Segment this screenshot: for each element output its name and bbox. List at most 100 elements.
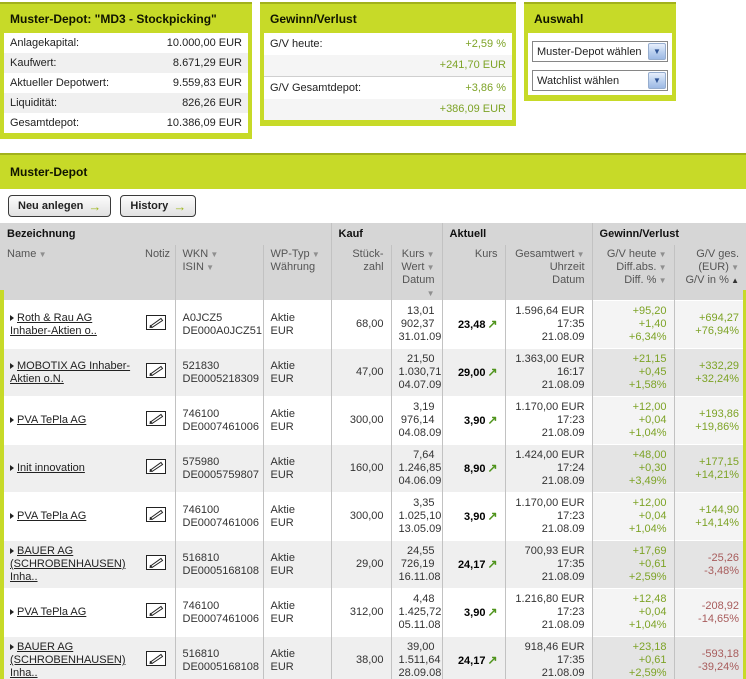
- column-header-kurs[interactable]: Kurs: [441, 245, 506, 301]
- gv-gesamt-line: +76,94%: [695, 324, 740, 337]
- security-name-link[interactable]: Roth & Rau AG Inhaber-Aktien o..: [10, 312, 97, 337]
- aktuell-kurs-cell: 3,90 ↗: [441, 396, 506, 445]
- summary-label: Gesamtdepot:: [10, 117, 80, 129]
- notiz-icon[interactable]: [146, 411, 167, 430]
- column-header-line: Datum: [513, 274, 584, 287]
- gv-heute-line: +0,04: [638, 414, 667, 426]
- table-row: MOBOTIX AG Inhaber-Aktien o.N. 521830 DE00…: [0, 348, 746, 397]
- summary-value: 8.671,29 EUR: [172, 57, 242, 69]
- notiz-icon[interactable]: [146, 363, 167, 382]
- security-name-link[interactable]: PVA TePla AG: [17, 414, 86, 426]
- name-cell: PVA TePla AG: [0, 397, 138, 445]
- gv-heute-cell: +95,20 +1,40 +6,34%: [591, 300, 675, 349]
- wkn-isin-line: 746100: [182, 407, 220, 420]
- wptyp-cell: Aktie EUR: [262, 492, 332, 541]
- gesamtwert-line: 1.216,80 EUR: [515, 593, 585, 605]
- notiz-icon[interactable]: [146, 315, 167, 334]
- depot-table: Bezeichnung Kauf Aktuell Gewinn/Verlust Name…: [0, 223, 746, 679]
- column-header-label: Kurs: [474, 248, 498, 260]
- notiz-cell: [138, 349, 175, 397]
- column-header-kauf[interactable]: Kurs ▼ Wert ▼ Datum ▼: [390, 245, 443, 301]
- name-cell: BAUER AG (SCHROBENHAUSEN) Inha..: [0, 637, 138, 679]
- wptyp-line: Aktie: [270, 503, 295, 516]
- summary-value: 10.000,00 EUR: [166, 37, 242, 49]
- security-name-link[interactable]: PVA TePla AG: [17, 510, 86, 522]
- column-header-line: Uhrzeit: [513, 261, 585, 274]
- gesamtwert-line: 1.170,00 EUR: [515, 497, 585, 509]
- column-header-label: Gesamtwert: [515, 248, 575, 260]
- column-header-notiz[interactable]: Notiz: [138, 245, 175, 301]
- gv-eur-value: +386,09 EUR: [264, 99, 512, 120]
- gesamtwert-cell: 1.596,64 EUR 17:35 21.08.09: [504, 300, 593, 349]
- wptyp-line: EUR: [270, 564, 294, 577]
- trend-up-icon: ↗: [487, 508, 498, 523]
- column-header-gesamt[interactable]: Gesamtwert ▼ Uhrzeit Datum: [504, 245, 593, 301]
- gv-heute-cell: +12,00 +0,04 +1,04%: [591, 492, 675, 541]
- gesamtwert-line: 21.08.09: [541, 667, 585, 679]
- gesamtwert-line: 21.08.09: [541, 379, 585, 391]
- gesamtwert-cell: 1.170,00 EUR 17:23 21.08.09: [504, 396, 593, 445]
- gesamtwert-line: 1.424,00 EUR: [515, 449, 585, 461]
- gv-heute-line: +0,04: [638, 510, 667, 522]
- notiz-cell: [138, 541, 175, 589]
- notiz-icon[interactable]: [146, 651, 167, 670]
- wptyp-cell: Aktie EUR: [262, 348, 332, 397]
- stueckzahl-cell: 29,00: [330, 540, 392, 589]
- security-name-link[interactable]: BAUER AG (SCHROBENHAUSEN) Inha..: [10, 545, 126, 583]
- summary-value: 826,26 EUR: [182, 97, 242, 109]
- wkn-isin-cell: 516810 DE0005168108: [174, 540, 263, 589]
- bullet-right-icon: [10, 644, 14, 651]
- security-name-link[interactable]: PVA TePla AG: [17, 606, 86, 618]
- notiz-icon[interactable]: [146, 507, 167, 526]
- chevron-down-icon[interactable]: ▼: [648, 72, 666, 89]
- wkn-isin-cell: 746100 DE0007461006: [174, 492, 263, 541]
- security-name-link[interactable]: MOBOTIX AG Inhaber-Aktien o.N.: [10, 360, 130, 385]
- depot-summary-body: Anlagekapital: 10.000,00 EUR Kaufwert: 8.67…: [4, 33, 248, 133]
- sort-desc-icon: ▼: [728, 263, 740, 272]
- column-header-wkn[interactable]: WKN ▼ ISIN ▼: [174, 245, 263, 301]
- gesamtwert-line: 17:35: [557, 558, 585, 570]
- gv-heute-line: +1,58%: [628, 379, 667, 391]
- column-header-gvheute[interactable]: G/V heute ▼ Diff.abs. ▼ Diff. % ▼: [591, 245, 675, 301]
- gv-heute-line: +1,04%: [628, 523, 667, 535]
- column-header-label: Stück-: [352, 248, 384, 260]
- wptyp-cell: Aktie EUR: [262, 444, 332, 493]
- wptyp-line: Aktie: [270, 455, 295, 468]
- column-header-wptyp[interactable]: WP-Typ ▼ Währung: [262, 245, 332, 301]
- history-button[interactable]: History →: [120, 195, 197, 217]
- notiz-cell: [138, 637, 175, 679]
- gv-heute-line: +1,04%: [628, 619, 667, 631]
- wkn-isin-line: 521830: [182, 359, 220, 372]
- neu-anlegen-button[interactable]: Neu anlegen →: [8, 195, 112, 217]
- notiz-icon[interactable]: [146, 555, 167, 574]
- column-header-label: Uhrzeit: [549, 261, 585, 273]
- column-header-line: zahl: [339, 261, 383, 274]
- chevron-down-icon[interactable]: ▼: [648, 43, 666, 60]
- security-name-link[interactable]: BAUER AG (SCHROBENHAUSEN) Inha..: [10, 641, 126, 679]
- aktuell-kurs-cell: 24,17 ↗: [441, 540, 506, 589]
- wptyp-line: EUR: [270, 468, 294, 481]
- wptyp-line: Aktie: [270, 599, 295, 612]
- trend-up-icon: ↗: [487, 556, 498, 571]
- security-name-link[interactable]: Init innovation: [17, 462, 85, 474]
- column-header-name[interactable]: Name ▼: [0, 245, 138, 301]
- notiz-icon[interactable]: [146, 459, 167, 478]
- musterdepot-select[interactable]: Muster-Depot wählen ▼: [532, 41, 668, 62]
- notiz-icon[interactable]: [146, 603, 167, 622]
- wkn-isin-line: DE0007461006: [182, 516, 259, 529]
- column-header-gvges[interactable]: G/V ges. (EUR) ▼ G/V in % ▲: [673, 245, 746, 301]
- table-row: Roth & Rau AG Inhaber-Aktien o.. A0JCZ5 DE…: [0, 300, 746, 349]
- gv-heute-line: +0,61: [638, 654, 667, 667]
- sort-desc-icon: ▼: [424, 250, 435, 259]
- gv-gesamt-line: +14,21%: [695, 468, 740, 481]
- sort-desc-icon: ▼: [656, 250, 667, 259]
- column-header-stueck[interactable]: Stück-zahl: [330, 245, 392, 301]
- aktuell-kurs-cell: 23,48 ↗: [441, 300, 506, 349]
- sort-desc-icon: ▼: [424, 263, 435, 272]
- wptyp-line: EUR: [270, 660, 294, 673]
- gv-gesamt-cell: +144,90 +14,14%: [673, 492, 746, 541]
- watchlist-select[interactable]: Watchlist wählen ▼: [532, 70, 668, 91]
- gv-heute-line: +0,30: [638, 462, 667, 474]
- wkn-isin-line: 575980: [182, 455, 220, 468]
- kauf-line: 04.06.09: [398, 475, 442, 487]
